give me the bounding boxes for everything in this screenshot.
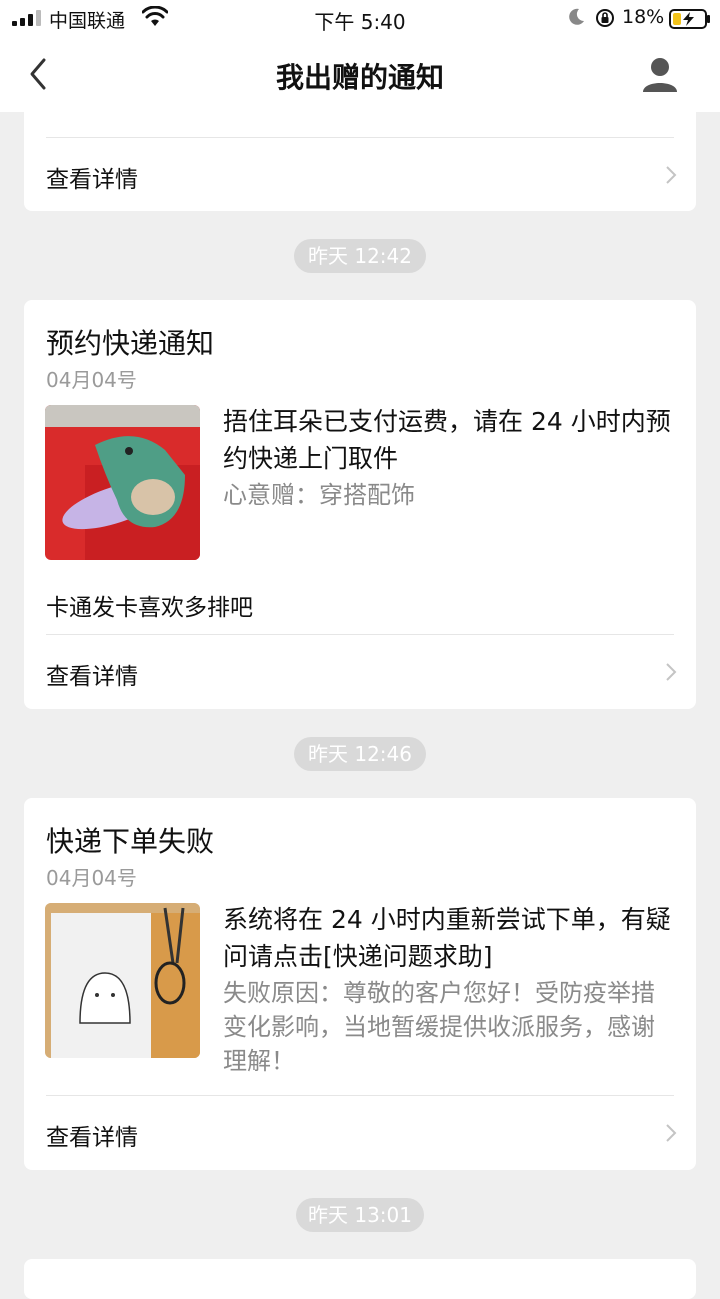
card-date: 04月04号 [46,866,137,890]
battery-icon [669,9,710,29]
timestamp-pill: 昨天 13:01 [296,1198,424,1232]
notification-message: 捂住耳朵已支付运费，请在 24 小时内预约快递上门取件 [223,407,671,473]
view-details-label: 查看详情 [46,167,138,193]
card-date: 04月04号 [46,368,137,392]
product-thumbnail[interactable] [45,405,200,560]
chevron-right-icon [666,1124,677,1142]
timestamp-pill: 昨天 12:46 [294,737,426,771]
view-details-label: 查看详情 [46,1125,138,1151]
user-icon[interactable] [640,54,680,94]
timestamp-pill: 昨天 12:42 [294,239,426,273]
view-details-row[interactable]: 查看详情 [24,635,696,709]
page-title: 我出赠的通知 [275,61,444,94]
chevron-right-icon [666,166,677,184]
notification-card [24,1259,696,1299]
item-description: 卡通发卡喜欢多排吧 [46,595,253,621]
view-details-row[interactable]: 查看详情 [24,1096,696,1170]
notification-card: 快递下单失败 04月04号 系统将在 24 小时内重新尝试下单，有疑问请点击[快… [24,798,696,1170]
moon-icon [569,8,584,25]
hair-clip-image [45,405,200,560]
card-title: 快递下单失败 [46,825,215,858]
notification-card: 查看详情 [24,96,696,211]
failure-reason: 失败原因：尊敬的客户您好！受防疫举措变化影响，当地暂缓提供收派服务，感谢理解！ [223,979,655,1075]
view-details-row[interactable]: 查看详情 [24,138,696,211]
battery-percent: 18% [622,6,665,28]
status-bar: 中国联通 下午 5:40 18% [0,0,720,36]
view-details-label: 查看详情 [46,664,138,690]
notification-card: 预约快递通知 04月04号 捂住耳朵已支付运费，请在 24 小时内预约快递上门取… [24,300,696,709]
notification-message[interactable]: 系统将在 24 小时内重新尝试下单，有疑问请点击[快递问题求助] [223,901,673,975]
product-thumbnail[interactable] [45,903,200,1058]
chevron-right-icon [666,663,677,681]
gift-category: 心意赠：穿搭配饰 [223,481,415,509]
navigation-bar: 我出赠的通知 [0,36,720,112]
makeup-remover-image [45,903,200,1058]
rotation-lock-icon [596,9,614,27]
card-title: 预约快递通知 [46,327,215,360]
